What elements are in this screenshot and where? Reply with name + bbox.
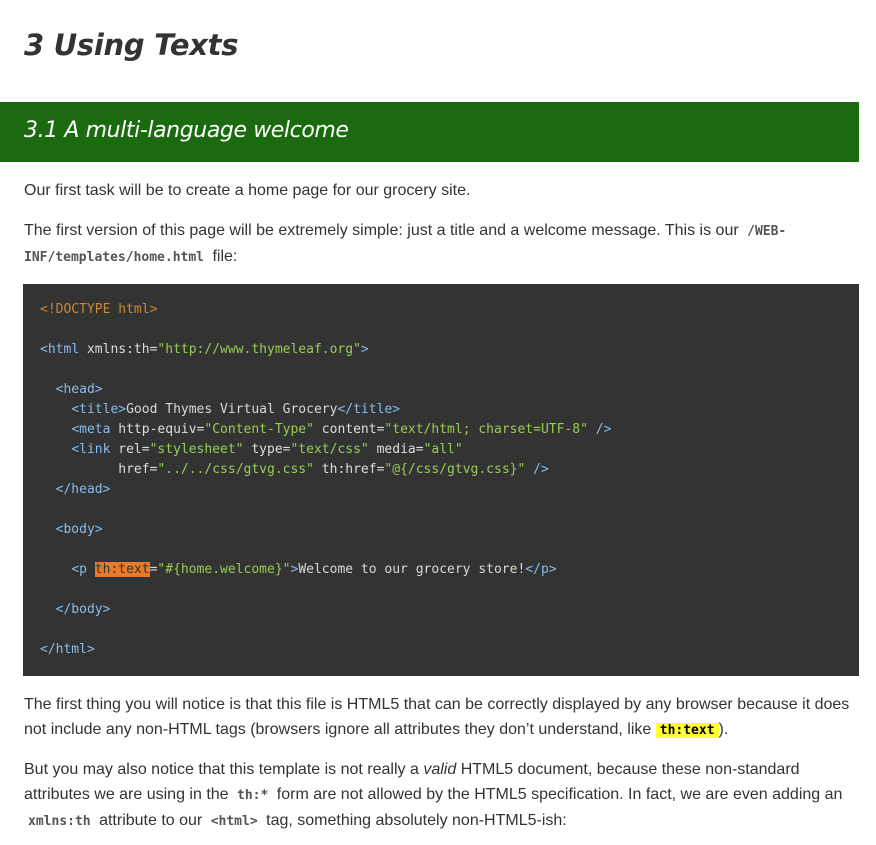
intro-text: Our first task will be to create a home …: [24, 182, 471, 199]
intro-paragraph: Our first task will be to create a home …: [24, 178, 864, 203]
code-title-close: </title>: [337, 402, 401, 417]
p4-text: tag, something absolutely non-HTML5-ish:: [266, 812, 567, 829]
th-star-code: th:*: [237, 788, 269, 803]
code-string: "Content-Type": [204, 422, 314, 437]
p4-text: form are not allowed by the HTML5 specif…: [276, 786, 843, 803]
valid-emphasis: valid: [423, 761, 457, 778]
html5-paragraph: The first thing you will notice is that …: [24, 692, 864, 743]
code-p-open: <p: [71, 562, 87, 577]
p4-text: attribute to our: [99, 812, 203, 829]
code-attr: content: [321, 422, 377, 437]
html-tag-code: <html>: [210, 814, 258, 829]
code-doctype: <!DOCTYPE html>: [40, 302, 158, 317]
code-string: "../../css/gtvg.css": [157, 462, 314, 477]
code-string: "text/html; charset=UTF-8": [384, 422, 588, 437]
code-attr: th:href: [321, 462, 377, 477]
code-attr: media: [376, 442, 416, 457]
section-header-bar: 3.1 A multi-language welcome: [0, 102, 859, 162]
code-html-close: </html>: [40, 642, 95, 657]
p2-text-end: file:: [212, 248, 238, 265]
code-link-open: <link: [71, 442, 111, 457]
section-title: 3.1 A multi-language welcome: [24, 118, 349, 143]
code-string: "@{/css/gtvg.css}": [384, 462, 526, 477]
code-html-open: <html: [40, 342, 80, 357]
code-title-text: Good Thymes Virtual Grocery: [126, 402, 338, 417]
code-body-open: <body>: [55, 522, 103, 537]
code-attr: type: [251, 442, 283, 457]
code-p-text: Welcome to our grocery store!: [298, 562, 526, 577]
code-string: "text/css": [290, 442, 369, 457]
p2-text: The first version of this page will be e…: [24, 222, 739, 239]
code-string: "#{home.welcome}": [157, 562, 291, 577]
code-listing: <!DOCTYPE html> <html xmlns:th="http://w…: [40, 302, 612, 657]
code-meta-open: <meta: [71, 422, 111, 437]
p4-text: But you may also notice that this templa…: [24, 761, 419, 778]
code-title-open: <title>: [71, 402, 127, 417]
code-p-close: </p>: [525, 562, 557, 577]
document-page: 3 Using Texts 3.1 A multi-language welco…: [0, 0, 876, 845]
code-attr: rel: [118, 442, 142, 457]
code-string: "stylesheet": [149, 442, 244, 457]
code-self-close: />: [595, 422, 612, 437]
code-highlighted-attr: th:text: [94, 562, 150, 577]
code-attr: http-equiv: [118, 422, 197, 437]
code-head-close: </head>: [55, 482, 111, 497]
code-head-open: <head>: [55, 382, 103, 397]
th-text-code: th:text: [655, 723, 719, 738]
code-block: <!DOCTYPE html> <html xmlns:th="http://w…: [23, 284, 859, 676]
page-title: 3 Using Texts: [24, 28, 239, 62]
code-string: "http://www.thymeleaf.org": [157, 342, 361, 357]
code-self-close: />: [533, 462, 549, 477]
code-body-close: </body>: [55, 602, 111, 617]
code-string: "all": [423, 442, 463, 457]
p3-text-end: ).: [718, 721, 729, 738]
template-file-paragraph: The first version of this page will be e…: [24, 218, 864, 270]
code-attr: xmlns:th: [86, 342, 150, 357]
code-attr: href: [118, 462, 150, 477]
xmlns-th-code: xmlns:th: [28, 814, 91, 829]
validity-paragraph: But you may also notice that this templa…: [24, 757, 864, 834]
